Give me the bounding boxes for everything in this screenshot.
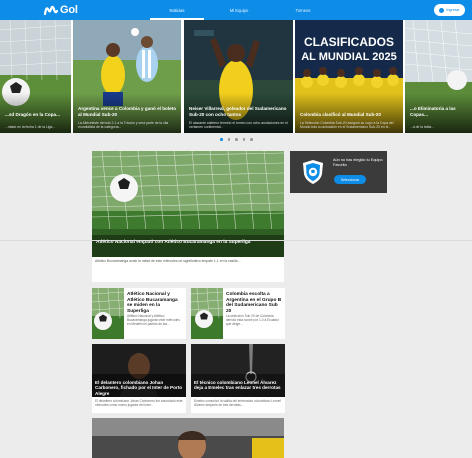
news-card[interactable]: El delantero colombiano Johan Carbonero,… [92,344,186,413]
carousel-slide[interactable]: Neiser Villarreal, goleador del Sudameri… [184,20,293,133]
carousel-dot[interactable] [250,138,253,141]
slide-title: Argentina vence a Colombia y ganó el bol… [78,106,177,117]
carousel-slide[interactable]: ...sd Dragón en la Copa... ...ntado en l… [0,20,71,133]
top-header: Gol Noticias Mi Equipo Torneos Ingresar [0,0,472,20]
banner-text-line1: CLASIFICADOS [304,35,394,49]
slide-subtitle: El atacante cafetero terminó el torneo c… [189,120,288,129]
section-divider [0,240,472,241]
carousel-slide[interactable]: Argentina vence a Colombia y ganó el bol… [73,20,181,133]
banner-text-line2: AL MUNDIAL 2025 [301,51,397,63]
carousel-dot[interactable] [227,138,230,141]
brand-logo[interactable]: Gol [44,3,78,17]
featured-description: Atlético Bucaramanga avaló la mitad de e… [95,259,242,263]
nav-torneos[interactable]: Torneos [278,0,328,20]
slide-title: ...sd Dragón en la Copa... [5,111,60,117]
carousel-dot[interactable] [242,138,245,141]
carousel-dot[interactable] [235,138,238,141]
news-card-description: Atlético Nacional y Atlético Bucaramanga… [127,314,180,326]
slide-subtitle: ...ntado en la fecha 1 de la Liga... [5,124,56,129]
nav-noticias[interactable]: Noticias [150,0,204,20]
news-carousel: ...sd Dragón en la Copa... ...ntado en l… [0,20,472,133]
favorite-team-promo: Aún no has elegido tu Equipo Favorito Se… [290,151,387,193]
news-card-description: La selección Sub 20 de Colombia derrotó … [226,314,279,326]
nav-mi-equipo[interactable]: Mi Equipo [214,0,264,20]
movistar-m-icon [44,5,58,15]
slide-title: Neiser Villarreal, goleador del Sudameri… [189,106,287,117]
news-card[interactable]: Atlético Nacional y Atlético Bucaramanga… [92,288,186,339]
featured-article[interactable]: Atlético Nacional empató con Atlético Bu… [92,151,284,282]
news-card-image [191,288,223,339]
login-button[interactable]: Ingresar [434,4,465,16]
news-card-description: Emelec comunicó la salida del entrenador… [194,399,281,407]
news-card-title: El delantero colombiano Johan Carbonero,… [95,380,183,396]
login-label: Ingresar [446,8,460,12]
carousel-slide[interactable]: ...o Eliminatoria a las Copas... ...a de… [405,20,472,133]
news-card-title: Atlético Nacional y Atlético Bucaramanga… [127,292,178,314]
news-card[interactable] [92,418,284,458]
news-card-image [92,288,124,339]
carousel-dot[interactable] [220,138,223,141]
slide-subtitle: La Albiceleste derrotó 2-1 a la Tricolor… [78,120,169,129]
carousel-slide[interactable]: CLASIFICADOS AL MUNDIAL 2025 Colombia cl… [295,20,403,133]
slide-title: ...o Eliminatoria a las Copas... [410,106,456,117]
user-icon [439,7,445,13]
promo-text: Aún no has elegido tu Equipo Favorito [333,158,383,168]
news-card-description: El delantero colombiano Johan Carbonero … [95,399,183,407]
slide-subtitle: La Selección Colombia Sub-20 aseguró su … [300,120,394,129]
slide-subtitle: ...a de la tabla... [410,124,435,129]
slide-title: Colombia clasificó al Mundial Sub-20 [300,111,381,117]
news-card-title: Colombia escolta a Argentina en el Grupo… [226,292,282,314]
shield-icon [303,160,323,184]
carousel-dots [220,138,253,141]
news-card-image [92,418,284,458]
select-team-button[interactable]: Seleccionar [334,175,366,184]
news-card[interactable]: Colombia escolta a Argentina en el Grupo… [191,288,285,339]
logo-text: Gol [60,4,78,16]
news-card[interactable]: El técnico colombiano Leonel Álvarez dej… [191,344,285,413]
news-card-title: El técnico colombiano Leonel Álvarez dej… [194,380,281,391]
